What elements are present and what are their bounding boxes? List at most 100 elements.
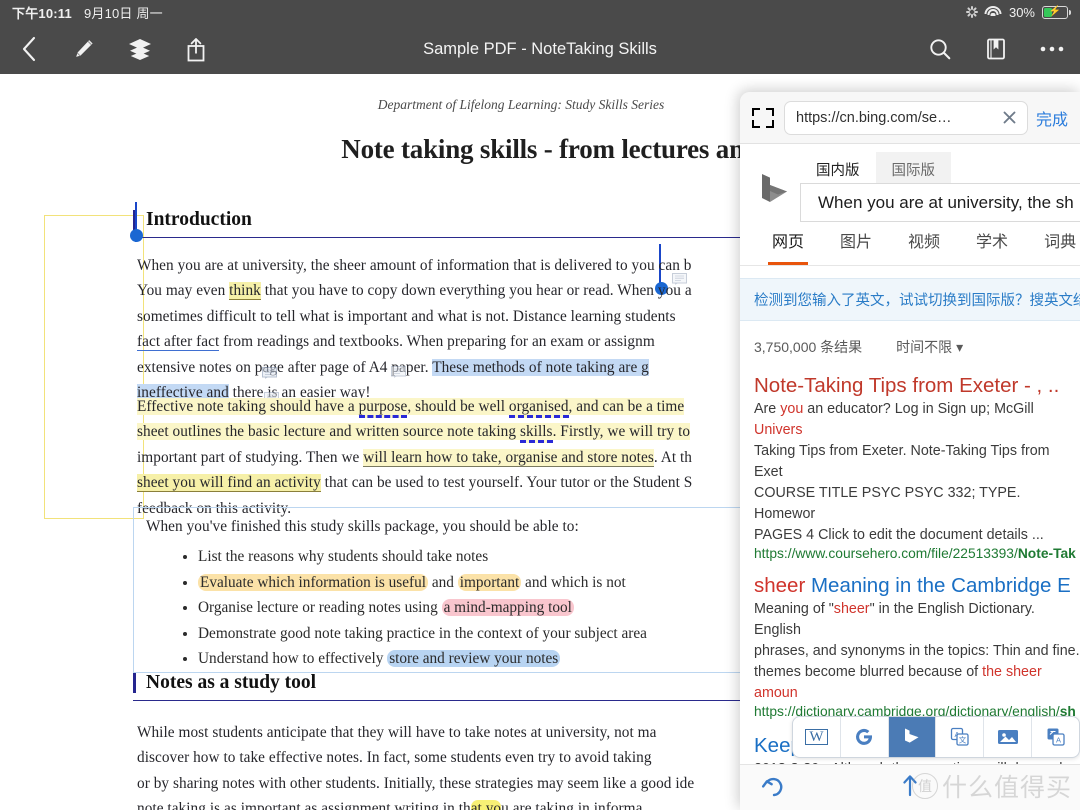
comment-note-icon[interactable] [262,367,277,380]
search-result[interactable]: Note-Taking Tips from Exeter - , .. Are … [740,365,1080,565]
status-date: 9月10日 周一 [83,5,163,21]
tab-web[interactable]: 网页 [754,222,822,265]
wikipedia-icon[interactable]: W [793,717,841,757]
back-button[interactable] [0,24,56,74]
section-rule [133,237,743,239]
tab-images[interactable]: 图片 [822,222,890,252]
wifi-icon [984,5,1002,19]
undo-back-icon[interactable] [740,777,804,799]
done-button[interactable]: 完成 [1036,106,1070,130]
highlight-think[interactable]: think [229,282,261,301]
result-1-title-tail: - , .. [1018,374,1060,397]
pencil-edit-button[interactable] [56,24,112,74]
p2-line1-c: , and can be a time [568,398,685,415]
search-result[interactable]: sheer Meaning in the Cambridge E Meaning… [740,565,1080,723]
search-icon[interactable] [912,24,968,74]
result-1-title-main: Note-Taking Tips from Exeter [754,374,1019,397]
toolbar-left-group [0,24,224,74]
pdf-paragraph-3[interactable]: While most students anticipate that they… [137,720,749,810]
tab-dictionary[interactable]: 词典 [1026,222,1080,252]
chevron-down-icon: ▾ [956,339,964,355]
expand-fullscreen-icon[interactable] [750,105,776,131]
url-bar[interactable]: https://cn.bing.com/se… [784,100,1028,135]
result-1-url-bold: Note-Tak [1017,546,1076,561]
result-url[interactable]: https://www.coursehero.com/file/22513393… [754,546,1080,561]
result-1-match-1: you [780,401,804,417]
bing-edition-tabs: 国内版 国际版 [800,152,951,186]
list-item[interactable]: Demonstrate good note taking practice in… [198,621,740,647]
time-filter-label: 时间不限 [896,339,953,355]
highlight-mind-mapping-tool[interactable]: a mind-mapping tool [441,599,574,617]
highlight-important[interactable]: important [457,573,522,591]
highlight-store-review-notes[interactable]: store and review your notes [387,650,561,668]
selection-handle-start[interactable] [130,229,143,242]
search-input[interactable]: When you are at university, the sh [800,183,1080,222]
toolbar-right-group [912,24,1080,74]
result-title-link[interactable]: Note-Taking Tips from Exeter - , .. [754,373,1080,399]
objective-4-text: Demonstrate good note taking practice in… [198,624,647,642]
tab-international-edition[interactable]: 国际版 [875,152,951,186]
bing-icon[interactable] [888,717,937,757]
tab-videos[interactable]: 视频 [890,222,958,252]
result-1-snip-l4: PAGES 4 Click to edit the document detai… [754,527,1044,543]
text-selection-highlight[interactable]: These methods of note taking are g [432,358,649,376]
tab-academic[interactable]: 学术 [958,222,1026,252]
p1-line1-a: When you are at university, the sheer am… [137,257,616,274]
more-ellipsis-icon[interactable] [1024,24,1080,74]
language-switch-notice[interactable]: 检测到您输入了英文，试试切换到国际版？搜英文结果 [740,278,1080,321]
list-item[interactable]: Organise lecture or reading notes using … [198,595,740,621]
browser-chrome-bar: https://cn.bing.com/se… 完成 [740,92,1080,144]
layers-button[interactable] [112,24,168,74]
share-button[interactable] [168,24,224,74]
image-search-icon[interactable] [984,717,1033,757]
p2-line2-b: . Firstly, we will try to [552,423,691,441]
browser-content[interactable]: 国内版 国际版 When you are at university, the … [740,144,1080,810]
list-item[interactable]: Understand how to effectively store and … [198,646,740,672]
pdf-paragraph-1[interactable]: When you are at university, the sheer am… [137,253,749,405]
result-2-snip-l3a: themes become blurred because of [754,664,983,680]
status-bar: 下午10:11 9月10日 周一 30% ⚡ [0,0,1080,24]
dash-underline-skills[interactable]: skills [519,423,553,444]
comment-note-icon[interactable] [391,366,406,379]
app-toolbar: Sample PDF - NoteTaking Skills [0,24,1080,74]
p3-line2: discover how to take effective notes. In… [137,749,652,767]
dash-underline-organised[interactable]: organised [508,398,569,418]
search-engine-switch-bar[interactable]: W A 文 [792,716,1080,758]
google-icon[interactable] [841,717,889,757]
highlight-find-activity[interactable]: sheet you will find an activity [137,474,321,493]
svg-text:文: 文 [959,735,967,745]
list-item[interactable]: Evaluate which information is useful and… [198,570,740,596]
objectives-intro: When you've finished this study skills p… [146,518,579,535]
section-heading-notes-study-tool: Notes as a study tool [133,672,316,694]
p2-line2-a: sheet outlines the basic lecture and wri… [137,423,520,441]
scroll-up-icon[interactable] [901,773,919,802]
highlight-that-you[interactable]: at yo [470,800,502,810]
margin-rectangle-annotation[interactable] [44,215,144,519]
result-2-snip-l2: phrases, and synonyms in the topics: Thi… [754,643,1080,659]
time-filter-dropdown[interactable]: 时间不限 ▾ [896,337,963,357]
tab-domestic-edition[interactable]: 国内版 [800,152,876,186]
bookmark-book-icon[interactable] [968,24,1024,74]
translate-page-icon[interactable]: A [1032,717,1079,757]
p2-line3-b: . At th [653,448,693,466]
underline-fact-after-fact[interactable]: fact after fact [137,333,220,352]
dash-underline-purpose[interactable]: purpose [358,398,408,418]
result-title-link[interactable]: sheer Meaning in the Cambridge E [754,573,1080,599]
browser-popup-panel[interactable]: https://cn.bing.com/se… 完成 国内版 国际版 When … [740,92,1080,810]
highlight-will-learn[interactable]: will learn how to take, organise and sto… [363,448,654,467]
p3-line4-b: u are taking in informa [501,800,643,810]
highlight-evaluate-info[interactable]: Evaluate which information is useful [198,573,428,591]
p2-line1-a: Effective note taking should have a [137,398,359,415]
clear-x-icon[interactable] [1000,108,1019,127]
result-snippet: Meaning of "sheer" in the English Dictio… [754,599,1080,704]
objective-1-text: List the reasons why students should tak… [198,548,489,565]
url-text: https://cn.bing.com/se… [796,109,952,126]
p1-line2-b: that you have to copy down everything yo… [260,282,618,300]
pdf-paragraph-2[interactable]: Effective note taking should have a purp… [137,394,749,521]
section-heading-introduction: Introduction [133,209,252,231]
list-item[interactable]: List the reasons why students should tak… [198,544,740,570]
section-rule [133,700,745,702]
translate-icon[interactable]: A 文 [936,717,985,757]
comment-note-icon[interactable] [672,273,687,286]
result-2-title-match: sheer [754,574,806,597]
